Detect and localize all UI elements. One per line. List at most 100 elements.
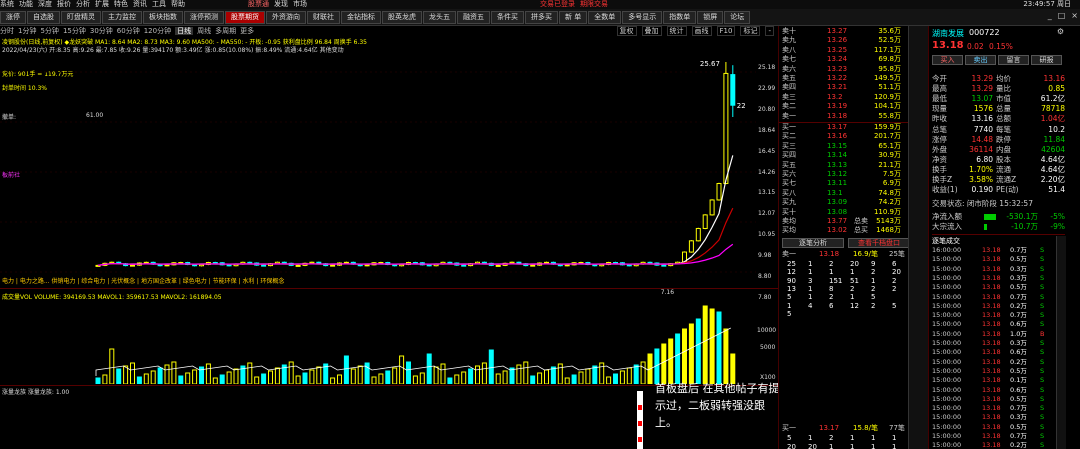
- menu-center-item[interactable]: 股票通: [248, 0, 269, 8]
- candle-body[interactable]: [544, 261, 549, 264]
- candle-body[interactable]: [702, 214, 708, 229]
- chart-tool[interactable]: -: [765, 26, 774, 36]
- ask-row[interactable]: 卖八 13.25 117.1万: [779, 46, 929, 55]
- candle-body[interactable]: [343, 261, 349, 264]
- period-tab[interactable]: 周线: [197, 27, 211, 35]
- chart-tool[interactable]: 复权: [616, 26, 637, 36]
- orderbook-tab[interactable]: 逐笔分析: [782, 237, 844, 248]
- toolbar-button[interactable]: 股英龙虎: [382, 11, 422, 24]
- period-tab[interactable]: 5分钟: [40, 27, 58, 35]
- close-icon[interactable]: ×: [1071, 11, 1078, 20]
- settings-icon[interactable]: ⚙: [1057, 27, 1064, 36]
- period-tab[interactable]: 更多: [240, 27, 254, 35]
- menu-item[interactable]: 资讯: [133, 0, 147, 8]
- candle-body[interactable]: [143, 261, 149, 264]
- candle-body[interactable]: [247, 261, 253, 264]
- toolbar-button[interactable]: 新 单: [559, 11, 588, 24]
- buy-button[interactable]: 买入: [932, 55, 963, 65]
- toolbar-button[interactable]: 融资五: [457, 11, 490, 24]
- research-button[interactable]: 研报: [1031, 55, 1062, 65]
- menu-item[interactable]: 扩展: [95, 0, 109, 8]
- bid-row[interactable]: 买十 13.08 110.9万: [779, 208, 929, 217]
- candle-body[interactable]: [509, 261, 515, 264]
- period-tab[interactable]: 15分钟: [63, 27, 86, 35]
- period-tab[interactable]: 分时: [0, 27, 14, 35]
- ask-row[interactable]: 卖五 13.22 149.5万: [779, 74, 929, 83]
- toolbar-button[interactable]: 主力监控: [102, 11, 142, 24]
- candle-body[interactable]: [495, 264, 501, 267]
- menu-center-item[interactable]: 发现: [274, 0, 288, 8]
- chart-tool[interactable]: 叠加: [641, 26, 662, 36]
- candle-body[interactable]: [130, 264, 135, 267]
- candle-body[interactable]: [226, 264, 232, 267]
- ask-row[interactable]: 卖四 13.21 51.1万: [779, 83, 929, 92]
- candle-body[interactable]: [330, 264, 336, 267]
- candle-body[interactable]: [730, 74, 736, 106]
- candle-body[interactable]: [481, 261, 487, 264]
- candle-body[interactable]: [530, 264, 536, 267]
- candle-body[interactable]: [626, 264, 632, 267]
- ask-row[interactable]: 卖七 13.24 69.8万: [779, 55, 929, 64]
- bid-row[interactable]: 买八 13.1 74.8万: [779, 189, 929, 198]
- toolbar-button[interactable]: 外资游向: [266, 11, 306, 24]
- ask-row[interactable]: 卖三 13.2 120.9万: [779, 93, 929, 102]
- candle-body[interactable]: [261, 264, 267, 267]
- candle-body[interactable]: [716, 183, 722, 201]
- toolbar-button[interactable]: 指数单: [663, 11, 697, 24]
- period-tab[interactable]: 60分钟: [117, 27, 140, 35]
- toolbar-button[interactable]: 自选股: [27, 11, 60, 24]
- candle-body[interactable]: [295, 264, 301, 267]
- toolbar-button[interactable]: 金钻指标: [341, 11, 381, 24]
- menu-item[interactable]: 特色: [114, 0, 128, 8]
- minimize-icon[interactable]: _: [1048, 11, 1052, 20]
- candle-body[interactable]: [647, 261, 653, 264]
- candle-body[interactable]: [688, 240, 694, 253]
- menu-item[interactable]: 报价: [57, 0, 71, 8]
- chart-tool[interactable]: 标记: [740, 26, 761, 36]
- candle-body[interactable]: [723, 72, 729, 185]
- candle-body[interactable]: [695, 227, 701, 242]
- bid-row[interactable]: 买一 13.17 159.9万: [779, 123, 929, 132]
- bid-row[interactable]: 买二 13.16 201.7万: [779, 132, 929, 141]
- orderbook-tab[interactable]: 查看千档盘口: [848, 237, 910, 248]
- message-button[interactable]: 留言: [998, 55, 1029, 65]
- candle-body[interactable]: [164, 264, 170, 267]
- menu-item[interactable]: 深度: [38, 0, 52, 8]
- bid-row[interactable]: 买九 13.09 74.2万: [779, 198, 929, 207]
- candle-body[interactable]: [309, 261, 315, 264]
- toolbar-button[interactable]: 涨停预测: [184, 11, 224, 24]
- bid-row[interactable]: 买四 13.14 30.9万: [779, 151, 929, 160]
- candle-body[interactable]: [281, 261, 287, 264]
- toolbar-button[interactable]: 锁屏: [697, 11, 724, 24]
- ask-row[interactable]: 卖十 13.27 35.6万: [779, 27, 929, 36]
- toolbar-button[interactable]: 股票期货: [225, 11, 265, 24]
- candle-body[interactable]: [564, 264, 570, 267]
- order-book-scrollbar[interactable]: [908, 26, 928, 449]
- menu-item[interactable]: 工具: [152, 0, 166, 8]
- chart-tool[interactable]: 画线: [691, 26, 712, 36]
- chart-tool[interactable]: 统计: [666, 26, 687, 36]
- ask-row[interactable]: 卖九 13.26 52.5万: [779, 36, 929, 45]
- maximize-icon[interactable]: □: [1058, 11, 1066, 20]
- toolbar-button[interactable]: 龙头五: [423, 11, 456, 24]
- toolbar-button[interactable]: 财联社: [307, 11, 340, 24]
- bid-row[interactable]: 买三 13.15 65.1万: [779, 142, 929, 151]
- period-tab[interactable]: 多周期: [215, 27, 236, 35]
- login-status-item[interactable]: 交易已登录: [540, 0, 575, 8]
- period-tab[interactable]: 1分钟: [18, 27, 36, 35]
- candle-body[interactable]: [709, 199, 715, 216]
- sell-button[interactable]: 卖出: [965, 55, 996, 65]
- bid-row[interactable]: 买五 13.13 21.1万: [779, 161, 929, 170]
- toolbar-button[interactable]: 条件买: [491, 11, 524, 24]
- ask-row[interactable]: 卖二 13.19 104.1万: [779, 102, 929, 111]
- period-tab[interactable]: 120分钟: [144, 27, 171, 35]
- chart-tool[interactable]: F10: [716, 26, 736, 36]
- candlestick-plot[interactable]: 25.67 22 7.16: [0, 52, 778, 312]
- toolbar-button[interactable]: 盯盘精灵: [61, 11, 101, 24]
- period-tab[interactable]: 日线: [175, 27, 194, 35]
- menu-center-item[interactable]: 市场: [293, 0, 307, 8]
- menu-item[interactable]: 帮助: [171, 0, 185, 8]
- candle-body[interactable]: [447, 261, 453, 264]
- menu-item[interactable]: 分析: [76, 0, 90, 8]
- candle-body[interactable]: [364, 264, 370, 267]
